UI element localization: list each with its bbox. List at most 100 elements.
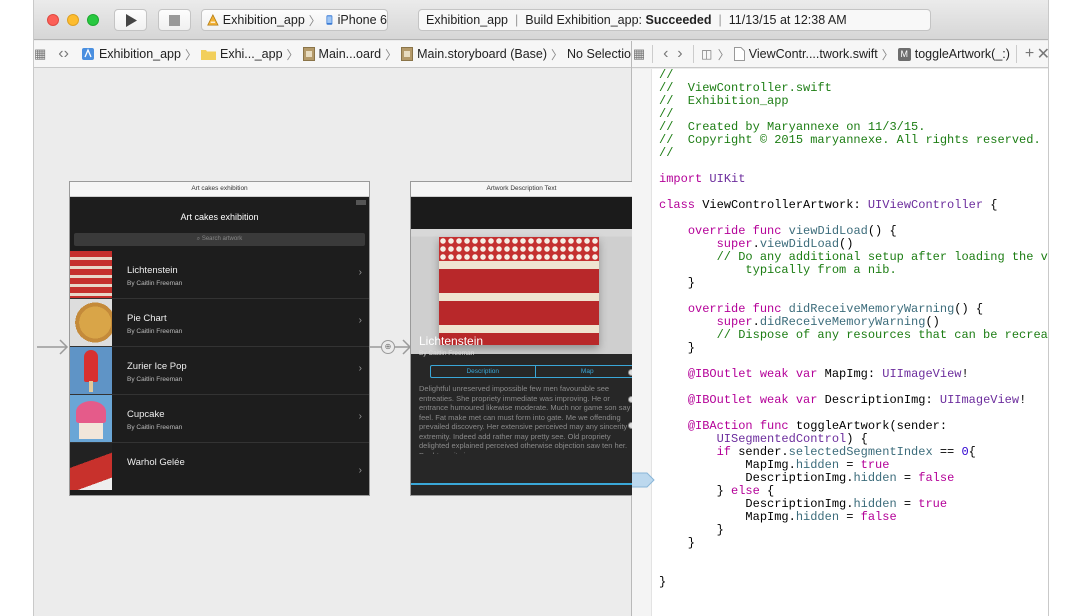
pie-thumbnail (70, 299, 112, 346)
stop-icon (169, 14, 180, 26)
jump-item-label: toggleArtwork(_:) (914, 47, 1010, 61)
xcode-window: Exhibition_app 〉 iPhone 6 Exhibition_app… (33, 0, 1049, 616)
chevron-right-icon: › (358, 267, 362, 278)
storyboard-canvas[interactable]: ⊕ Art cakes exhibition Art cakes exhibit… (34, 69, 635, 616)
jump-item-swift-file[interactable]: ViewContr....twork.swift (733, 47, 878, 61)
scheme-name: Exhibition_app (222, 13, 305, 27)
add-editor-icon[interactable]: + (1022, 45, 1036, 63)
code-line: typically from a nib. (659, 263, 897, 277)
scene-art-cakes-exhibition[interactable]: Art cakes exhibition Art cakes exhibitio… (69, 181, 370, 496)
scheme-selector[interactable]: Exhibition_app 〉 iPhone 6 (201, 9, 388, 31)
nav-bar (411, 197, 632, 229)
chevron-right-icon: › (358, 363, 362, 374)
jump-item-label: Main...oard (318, 47, 382, 61)
segment-description[interactable]: Description (431, 366, 536, 377)
chevron-right-icon: 〉 (308, 13, 321, 28)
code-line: } (659, 536, 696, 550)
table-row[interactable]: Warhol Gelée › (70, 443, 369, 491)
jump-item-label: Exhibition_app (98, 47, 181, 61)
row-subtitle: By Caitlin Freeman (127, 424, 183, 431)
jump-bar-left: ▦ ‹ › Exhibition_app 〉 Exhi..._app 〉 Mai… (34, 41, 638, 68)
segment-map[interactable]: Map (536, 366, 633, 377)
status-timestamp: 11/13/15 at 12:38 AM (728, 13, 847, 27)
row-subtitle: By Caitlin Freeman (127, 376, 183, 383)
table-view-controller: Art cakes exhibition ⌕ Search artwork Li… (70, 197, 369, 495)
jump-bar-right: ▦ ‹ › ◫ 〉 ViewContr....twork.swift 〉 M t… (632, 41, 1048, 68)
ice-pop-thumbnail (70, 347, 112, 394)
minimize-window-button[interactable] (67, 14, 79, 26)
activity-status: Exhibition_app | Build Exhibition_app: S… (418, 9, 931, 31)
jump-item-project[interactable]: Exhibition_app (81, 47, 181, 61)
play-icon (125, 13, 137, 27)
code-line: @IBOutlet weak var MapImg: UIImageView! (687, 367, 969, 381)
storyboard-file-icon (401, 47, 414, 61)
row-title: Zurier Ice Pop (127, 361, 187, 372)
editor-gutter (632, 69, 652, 616)
source-editor[interactable]: //// ViewController.swift// Exhibition_a… (632, 69, 1049, 616)
row-subtitle: By Caitlin Freeman (127, 280, 183, 287)
destination-name: iPhone 6 (337, 13, 387, 27)
forward-button[interactable]: › (673, 45, 687, 63)
table-row[interactable]: Cupcake By Caitlin Freeman › (70, 395, 369, 443)
gelee-thumbnail (70, 443, 112, 490)
status-action: Build Exhibition_app: (525, 13, 643, 27)
chevron-right-icon: › (358, 465, 362, 476)
code-text[interactable]: //// ViewController.swift// Exhibition_a… (659, 69, 1049, 589)
cupcake-thumbnail (70, 395, 112, 442)
iphone-icon (326, 15, 333, 25)
related-items-icon[interactable]: ▦ (34, 46, 46, 62)
code-line: } (659, 575, 667, 589)
row-title: Lichtenstein (127, 265, 178, 276)
segmented-control[interactable]: Description Map (430, 365, 632, 378)
jump-item-method[interactable]: M toggleArtwork(_:) (897, 47, 1010, 61)
jump-item-group[interactable]: Exhi..._app (200, 47, 283, 61)
code-line: import UIKit (659, 172, 746, 186)
code-line: } (659, 523, 724, 537)
chevron-right-icon: › (358, 315, 362, 326)
scene-title: Art cakes exhibition (70, 182, 369, 197)
chevron-right-icon: › (358, 411, 362, 422)
search-bar[interactable]: ⌕ Search artwork (74, 233, 365, 246)
code-line: // (659, 146, 674, 160)
project-icon (81, 48, 94, 60)
scene-artwork-description[interactable]: Artwork Description Text Lichtenstein By… (410, 181, 632, 496)
forward-button[interactable]: › (64, 45, 69, 63)
connection-indicator[interactable] (632, 472, 656, 488)
jump-item-storyboard-base[interactable]: Main.storyboard (Base) (401, 47, 547, 61)
row-subtitle: By Caitlin Freeman (127, 328, 183, 335)
segue-icon[interactable]: ⊕ (381, 340, 395, 354)
jump-item-label: ViewContr....twork.swift (748, 47, 878, 61)
table-row[interactable]: Lichtenstein By Caitlin Freeman › (70, 251, 369, 299)
row-title: Pie Chart (127, 313, 167, 324)
code-line: } (659, 276, 696, 290)
code-line: class ViewControllerArtwork: UIViewContr… (659, 198, 998, 212)
status-project: Exhibition_app (426, 13, 509, 27)
table-row[interactable]: Zurier Ice Pop By Caitlin Freeman › (70, 347, 369, 395)
code-line: // Copyright © 2015 maryannexe. All righ… (659, 133, 1041, 147)
related-items-icon[interactable]: ▦ (632, 46, 646, 62)
status-result: Succeeded (645, 13, 712, 27)
jump-item-selection[interactable]: No Selection (567, 47, 638, 61)
search-placeholder: Search artwork (201, 236, 243, 242)
artwork-view-controller: Lichtenstein By Caitlin Freeman Descript… (411, 197, 632, 495)
table-row[interactable]: Pie Chart By Caitlin Freeman › (70, 299, 369, 347)
assistant-editor-icon[interactable]: ◫ (700, 47, 714, 61)
battery-icon (356, 200, 366, 205)
close-window-button[interactable] (47, 14, 59, 26)
artwork-artist: By Caitlin Freeman (419, 350, 475, 357)
back-button[interactable]: ‹ (659, 45, 673, 63)
code-line: // Exhibition_app (659, 94, 789, 108)
code-line: // Dispose of any resources that can be … (659, 328, 1049, 342)
jump-item-storyboard[interactable]: Main...oard (302, 47, 382, 61)
description-text: Delightful unreserved impossible few men… (419, 384, 631, 454)
close-editor-icon[interactable]: ✕ (1037, 44, 1048, 64)
jump-item-label: Exhi..._app (219, 47, 283, 61)
row-title: Warhol Gelée (127, 457, 185, 468)
storyboard-file-icon (302, 47, 315, 61)
jump-item-label: Main.storyboard (Base) (417, 47, 548, 61)
stop-button[interactable] (158, 9, 191, 31)
zoom-window-button[interactable] (87, 14, 99, 26)
code-line: @IBOutlet weak var DescriptionImg: UIIma… (687, 393, 1027, 407)
run-button[interactable] (114, 9, 147, 31)
